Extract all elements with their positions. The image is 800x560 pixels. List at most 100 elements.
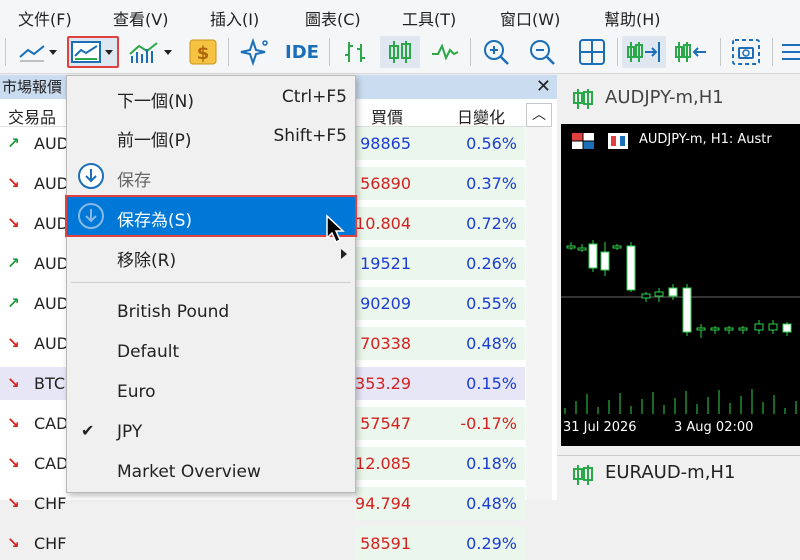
menu-item-save[interactable]: 保存 xyxy=(67,157,355,195)
menu-insert[interactable]: 插入(I) xyxy=(210,6,259,30)
x-axis-label: 3 Aug 02:00 xyxy=(674,420,754,435)
autoscroll-icon xyxy=(626,38,662,66)
change-cell: 0.29% xyxy=(417,527,525,560)
table-row[interactable]: ↘ CHF 58591 0.29% xyxy=(0,527,525,560)
symbol-cell: AUD xyxy=(34,254,69,273)
candle-body xyxy=(577,247,587,251)
menu-item-label: 移除(R) xyxy=(117,251,177,271)
symbol-cell: CAD xyxy=(34,454,69,473)
menu-item-template[interactable]: Euro xyxy=(67,373,355,411)
menu-item-template[interactable]: Default xyxy=(67,333,355,371)
candle-body xyxy=(696,327,706,331)
menu-bar: 文件(F) 查看(V) 插入(I) 圖表(C) 工具(T) 窗口(W) 幫助(H… xyxy=(0,0,800,32)
line-chart-dropdown-button[interactable] xyxy=(12,36,64,68)
arrow-down-icon: ↘ xyxy=(7,454,20,472)
bid-cell: 19521 xyxy=(355,247,417,280)
autoscroll-button[interactable] xyxy=(622,36,666,68)
symbol-cell: AUD xyxy=(34,214,69,233)
menu-item-save-as[interactable]: 保存為(S) xyxy=(65,195,357,237)
symbol-cell: AUD xyxy=(34,134,69,153)
bid-cell: 58591 xyxy=(355,527,417,560)
close-icon[interactable]: ✕ xyxy=(536,75,551,99)
symbol-cell: CHF xyxy=(34,534,67,553)
templates-icon xyxy=(70,39,116,65)
bid-cell: 94.794 xyxy=(355,487,417,520)
arrow-down-icon: ↘ xyxy=(7,214,20,232)
column-daily-change[interactable]: 日變化 xyxy=(457,104,505,128)
camera-icon xyxy=(730,37,762,67)
arrow-down-icon: ↘ xyxy=(7,334,20,352)
menu-item-remove[interactable]: 移除(R) xyxy=(67,237,355,275)
candlestick-button[interactable] xyxy=(380,36,420,68)
menu-lines-icon xyxy=(778,39,800,65)
arrow-down-icon: ↘ xyxy=(7,414,20,432)
menu-item-template[interactable]: Market Overview xyxy=(67,453,355,491)
menu-window[interactable]: 窗口(W) xyxy=(500,6,560,30)
bid-cell: 57547 xyxy=(355,407,417,440)
menu-item-label: British Pound xyxy=(117,302,230,322)
chart-window-2: EURAUD-m,H1 xyxy=(557,455,800,500)
ide-button[interactable]: IDE xyxy=(280,36,324,68)
menu-item-previous[interactable]: 前一個(P) Shift+F5 xyxy=(67,117,355,155)
candle-body xyxy=(668,287,678,297)
bid-cell: 70338 xyxy=(355,327,417,360)
change-cell: 0.48% xyxy=(417,487,525,520)
candle-body xyxy=(710,327,720,331)
indicators-dropdown-button[interactable] xyxy=(124,36,178,68)
candle-body xyxy=(724,327,734,331)
arrow-down-icon: ↘ xyxy=(7,374,20,392)
arrow-down-icon: ↘ xyxy=(7,494,20,512)
menu-item-template[interactable]: ✔ JPY xyxy=(67,413,355,451)
candle-body xyxy=(566,245,576,249)
templates-dropdown-button[interactable] xyxy=(67,36,119,68)
save-as-icon xyxy=(77,202,105,235)
x-axis-label: 31 Jul 2026 xyxy=(563,420,637,435)
new-feature-button[interactable] xyxy=(235,36,275,68)
toolbar-divider xyxy=(228,38,229,66)
chart-shift-button[interactable] xyxy=(670,36,714,68)
column-symbol[interactable]: 交易品 xyxy=(8,104,56,128)
screenshot-button[interactable] xyxy=(726,36,766,68)
menu-file[interactable]: 文件(F) xyxy=(18,6,72,30)
zoom-in-icon xyxy=(481,37,511,67)
scroll-up-button[interactable]: ︿ xyxy=(526,103,552,127)
more-tools-button[interactable] xyxy=(778,36,800,68)
tile-windows-button[interactable] xyxy=(572,36,612,68)
scrollbar-track[interactable] xyxy=(526,127,552,500)
bid-cell: 98865 xyxy=(355,127,417,160)
svg-text:$: $ xyxy=(197,43,210,64)
bar-chart-button[interactable] xyxy=(335,36,375,68)
change-cell: 0.15% xyxy=(417,367,525,400)
arrow-up-icon: ↗ xyxy=(7,134,20,152)
chart-window-2-title[interactable]: EURAUD-m,H1 xyxy=(605,462,735,483)
menu-view[interactable]: 查看(V) xyxy=(113,6,168,30)
symbol-cell: AUD xyxy=(34,294,69,313)
bid-cell: 90209 xyxy=(355,287,417,320)
candlestick-icon xyxy=(571,87,595,115)
change-cell: 0.56% xyxy=(417,127,525,160)
toolbar-divider xyxy=(720,38,721,66)
zoom-in-button[interactable] xyxy=(476,36,516,68)
menu-charts[interactable]: 圖表(C) xyxy=(305,6,361,30)
line-chart-icon xyxy=(18,41,58,63)
column-bid[interactable]: 買價 xyxy=(371,104,403,128)
menu-item-label: 下一個(N) xyxy=(117,92,194,112)
line-chart-button[interactable] xyxy=(425,36,465,68)
menu-tools[interactable]: 工具(T) xyxy=(402,6,456,30)
symbol-cell: AUD xyxy=(34,174,69,193)
bar-chart-icon xyxy=(340,38,370,66)
bid-cell: 56890 xyxy=(355,167,417,200)
chart-window-title[interactable]: AUDJPY-m,H1 xyxy=(605,87,724,108)
candle-body xyxy=(782,323,792,333)
signals-button[interactable]: $ xyxy=(183,36,223,68)
menu-help[interactable]: 幫助(H) xyxy=(604,6,661,30)
change-cell: 0.48% xyxy=(417,327,525,360)
change-cell: 0.55% xyxy=(417,287,525,320)
menu-divider xyxy=(71,282,351,283)
arrow-up-icon: ↗ xyxy=(7,254,20,272)
menu-item-next[interactable]: 下一個(N) Ctrl+F5 xyxy=(67,78,355,116)
zoom-out-button[interactable] xyxy=(522,36,562,68)
price-chart[interactable]: AUDJPY-m, H1: Austr 31 Jul 2026 3 Aug 02… xyxy=(561,124,800,446)
checkmark-icon: ✔ xyxy=(81,421,95,440)
menu-item-template[interactable]: British Pound xyxy=(67,293,355,331)
